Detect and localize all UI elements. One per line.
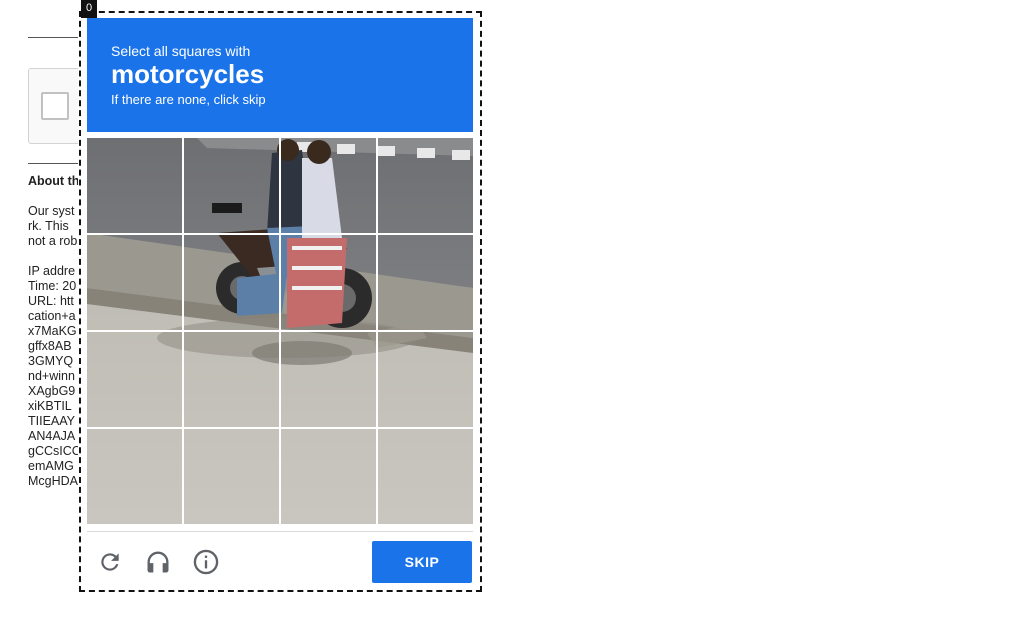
image-tile-r1-c2[interactable] xyxy=(184,138,279,233)
info-line: emAMG xyxy=(28,459,74,473)
image-tile-r2-c4[interactable] xyxy=(378,235,473,330)
info-line: gCCsICC xyxy=(28,444,81,458)
challenge-header: Select all squares with motorcycles If t… xyxy=(87,18,473,132)
skip-button[interactable]: SKIP xyxy=(372,541,472,583)
about-paragraph-line: not a rob xyxy=(28,234,78,248)
instruction-text: Select all squares with xyxy=(111,43,251,59)
image-tile-r4-c1[interactable] xyxy=(87,429,182,524)
about-paragraph-line: Our syst xyxy=(28,204,75,218)
image-tile-r1-c1[interactable] xyxy=(87,138,182,233)
info-line: 3GMYQ xyxy=(28,354,74,368)
info-line: xiKBTIL xyxy=(28,399,72,413)
image-tile-r4-c3[interactable] xyxy=(281,429,376,524)
image-tile-r4-c4[interactable] xyxy=(378,429,473,524)
image-tile-r1-c3[interactable] xyxy=(281,138,376,233)
not-a-robot-checkbox[interactable] xyxy=(41,92,69,120)
info-icon[interactable] xyxy=(190,546,222,578)
info-line: AN4AJA xyxy=(28,429,76,443)
info-line: McgHDA xyxy=(28,474,79,488)
image-tile-grid xyxy=(87,138,473,524)
element-index-label: 0 xyxy=(81,0,97,18)
about-heading: About th xyxy=(28,174,80,188)
image-tile-r4-c2[interactable] xyxy=(184,429,279,524)
info-line: x7MaKG xyxy=(28,324,77,338)
info-line: cation+a xyxy=(28,309,76,323)
skip-hint-text: If there are none, click skip xyxy=(111,92,266,107)
image-tile-r3-c1[interactable] xyxy=(87,332,182,427)
info-line: nd+winn xyxy=(28,369,75,383)
about-paragraph-line: rk. This xyxy=(28,219,69,233)
image-tile-r2-c3[interactable] xyxy=(281,235,376,330)
headphones-icon[interactable] xyxy=(142,546,174,578)
info-line: URL: htt xyxy=(28,294,74,308)
info-line: Time: 20 xyxy=(28,279,77,293)
footer-divider xyxy=(87,531,473,532)
image-tile-r2-c2[interactable] xyxy=(184,235,279,330)
image-tile-r3-c3[interactable] xyxy=(281,332,376,427)
info-line: TIIEAAY xyxy=(28,414,76,428)
info-line: XAgbG9 xyxy=(28,384,76,398)
image-tile-r1-c4[interactable] xyxy=(378,138,473,233)
reload-icon[interactable] xyxy=(94,546,126,578)
info-line: IP addre xyxy=(28,264,76,278)
image-tile-r3-c4[interactable] xyxy=(378,332,473,427)
info-line: gffx8AB xyxy=(28,339,72,353)
target-object-text: motorcycles xyxy=(111,59,265,89)
image-tile-r3-c2[interactable] xyxy=(184,332,279,427)
image-tile-r2-c1[interactable] xyxy=(87,235,182,330)
